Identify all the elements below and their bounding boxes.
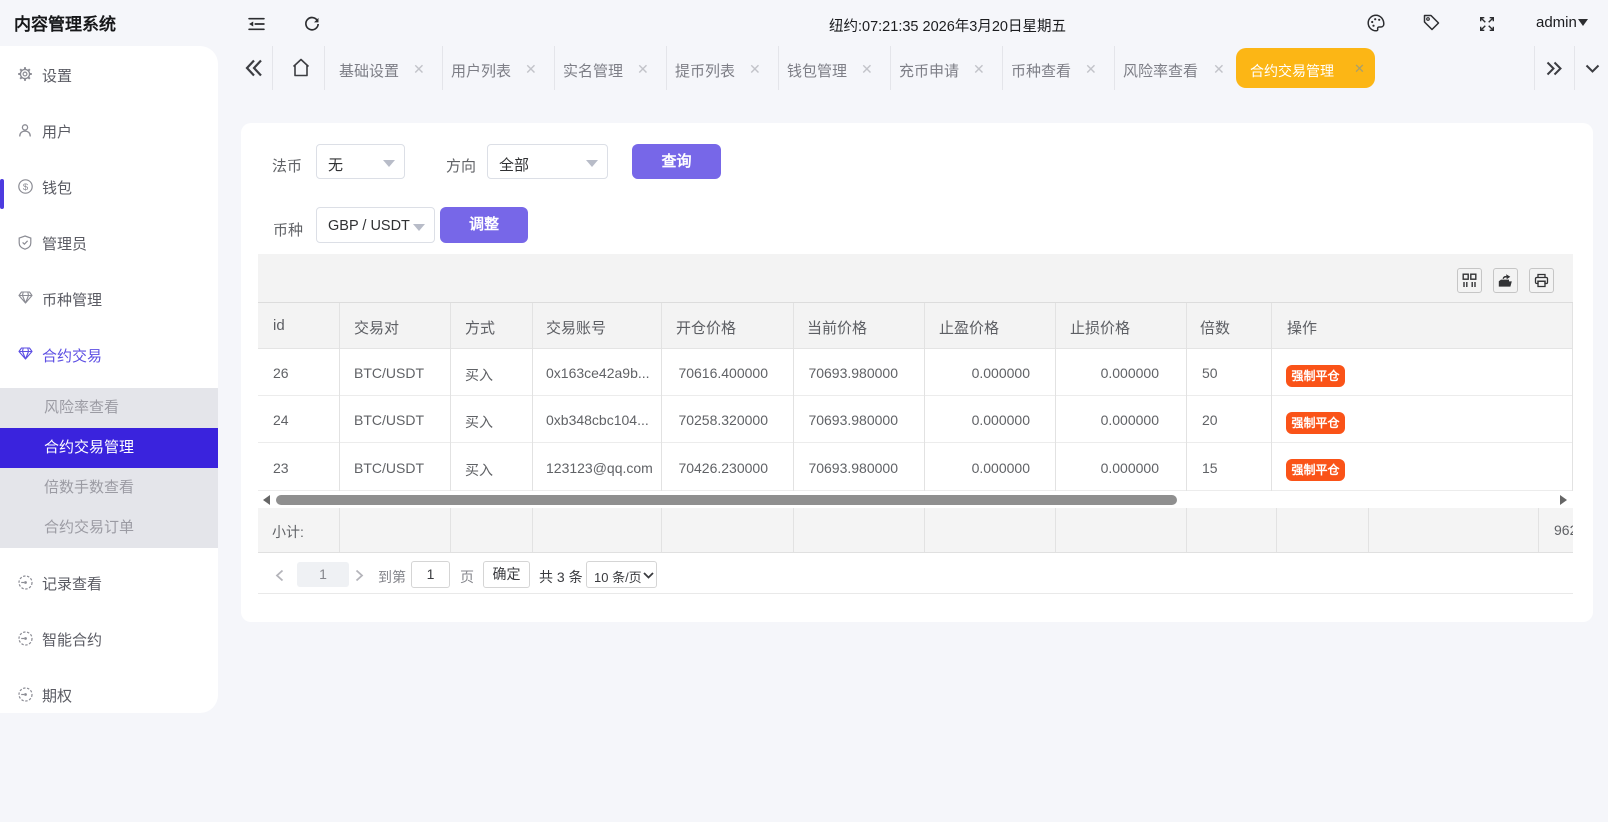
svg-text:$: $	[23, 182, 29, 193]
